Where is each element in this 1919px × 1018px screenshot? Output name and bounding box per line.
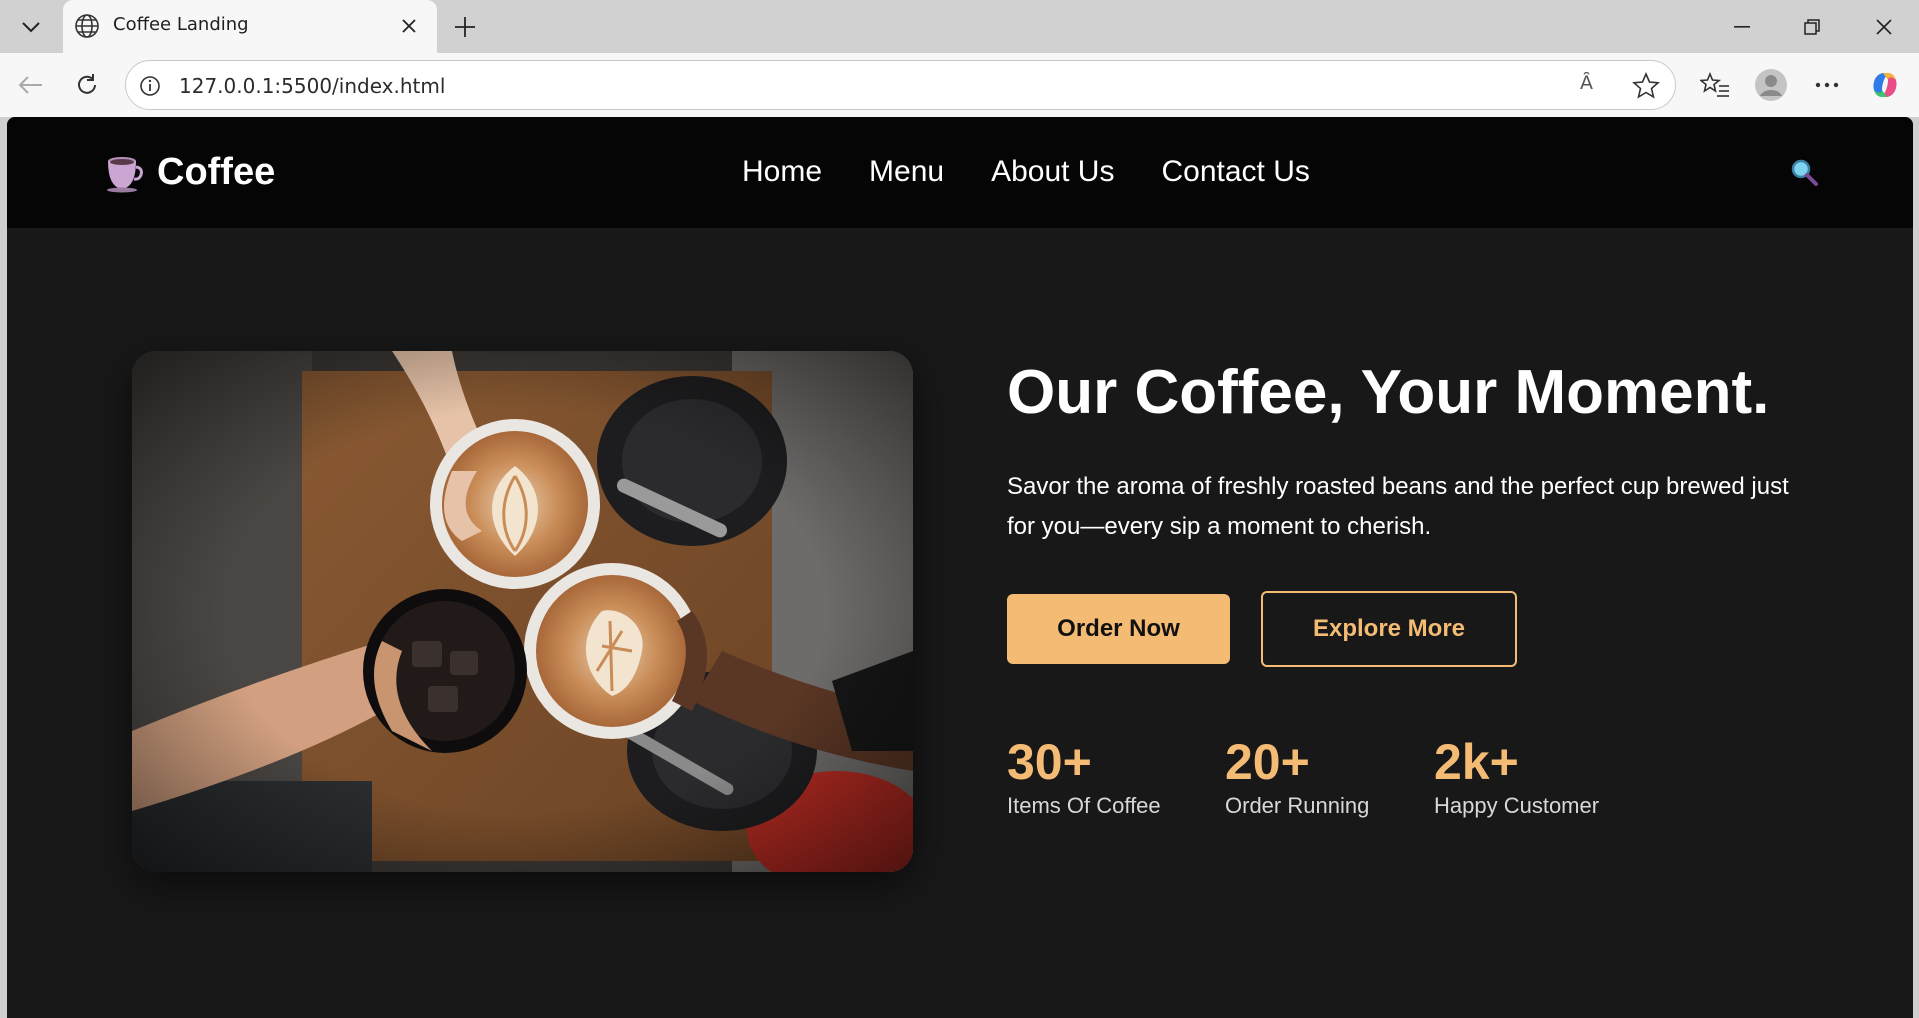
coffee-cup-icon [107,156,143,192]
explore-more-button[interactable]: Explore More [1261,591,1517,667]
search-icon[interactable] [1789,157,1819,187]
order-now-button[interactable]: Order Now [1007,594,1230,664]
refresh-icon[interactable] [68,66,106,104]
minimize-icon[interactable] [1722,10,1762,44]
stat-items-of-coffee: 30+ Items Of Coffee [1007,735,1161,819]
favorite-star-icon[interactable] [1631,71,1661,101]
url-text[interactable]: 127.0.0.1:5500/index.html [179,74,445,98]
tab-list-chevron-icon[interactable] [14,12,48,42]
stat-order-running: 20+ Order Running [1225,735,1369,819]
read-aloud-icon[interactable]: Ȃ [1580,72,1610,100]
hero-coffee-image [132,351,913,872]
stat-value: 30+ [1007,734,1092,790]
copilot-icon[interactable] [1866,66,1904,104]
stat-label: Order Running [1225,793,1370,818]
restore-icon[interactable] [1792,10,1832,44]
new-tab-icon[interactable] [449,11,481,43]
page-viewport: Coffee Home Menu About Us Contact Us Our… [7,117,1913,1018]
back-arrow-icon[interactable] [12,66,50,104]
hero-headline: Our Coffee, Your Moment. [1007,358,1770,427]
browser-toolbar: 127.0.0.1:5500/index.html Ȃ [0,53,1919,117]
nav-home[interactable]: Home [742,155,822,189]
nav-menu[interactable]: Menu [869,155,944,189]
stat-value: 2k+ [1434,734,1519,790]
stat-value: 20+ [1225,734,1310,790]
hero-subtext: Savor the aroma of freshly roasted beans… [1007,473,1789,540]
profile-avatar-icon[interactable] [1752,66,1790,104]
tab-title: Coffee Landing [113,14,249,35]
stat-label: Items Of Coffee [1007,793,1161,818]
site-info-icon[interactable] [136,72,164,100]
address-bar[interactable]: 127.0.0.1:5500/index.html Ȃ [125,60,1676,110]
browser-tab-active[interactable]: Coffee Landing [63,0,437,53]
globe-icon [75,14,99,38]
nav-contact-us[interactable]: Contact Us [1161,155,1309,189]
brand-logo[interactable]: Coffee [105,151,275,194]
more-options-icon[interactable] [1808,66,1846,104]
site-header: Coffee Home Menu About Us Contact Us [7,117,1913,228]
stat-happy-customer: 2k+ Happy Customer [1434,735,1599,819]
main-nav: Home Menu About Us Contact Us [742,155,1357,189]
brand-name: Coffee [157,151,276,193]
close-tab-icon[interactable] [396,13,422,39]
stat-label: Happy Customer [1434,793,1600,818]
nav-about-us[interactable]: About Us [991,155,1114,189]
favorites-list-icon[interactable] [1696,66,1734,104]
browser-tab-bar: Coffee Landing [0,0,1919,53]
close-window-icon[interactable] [1864,10,1904,44]
